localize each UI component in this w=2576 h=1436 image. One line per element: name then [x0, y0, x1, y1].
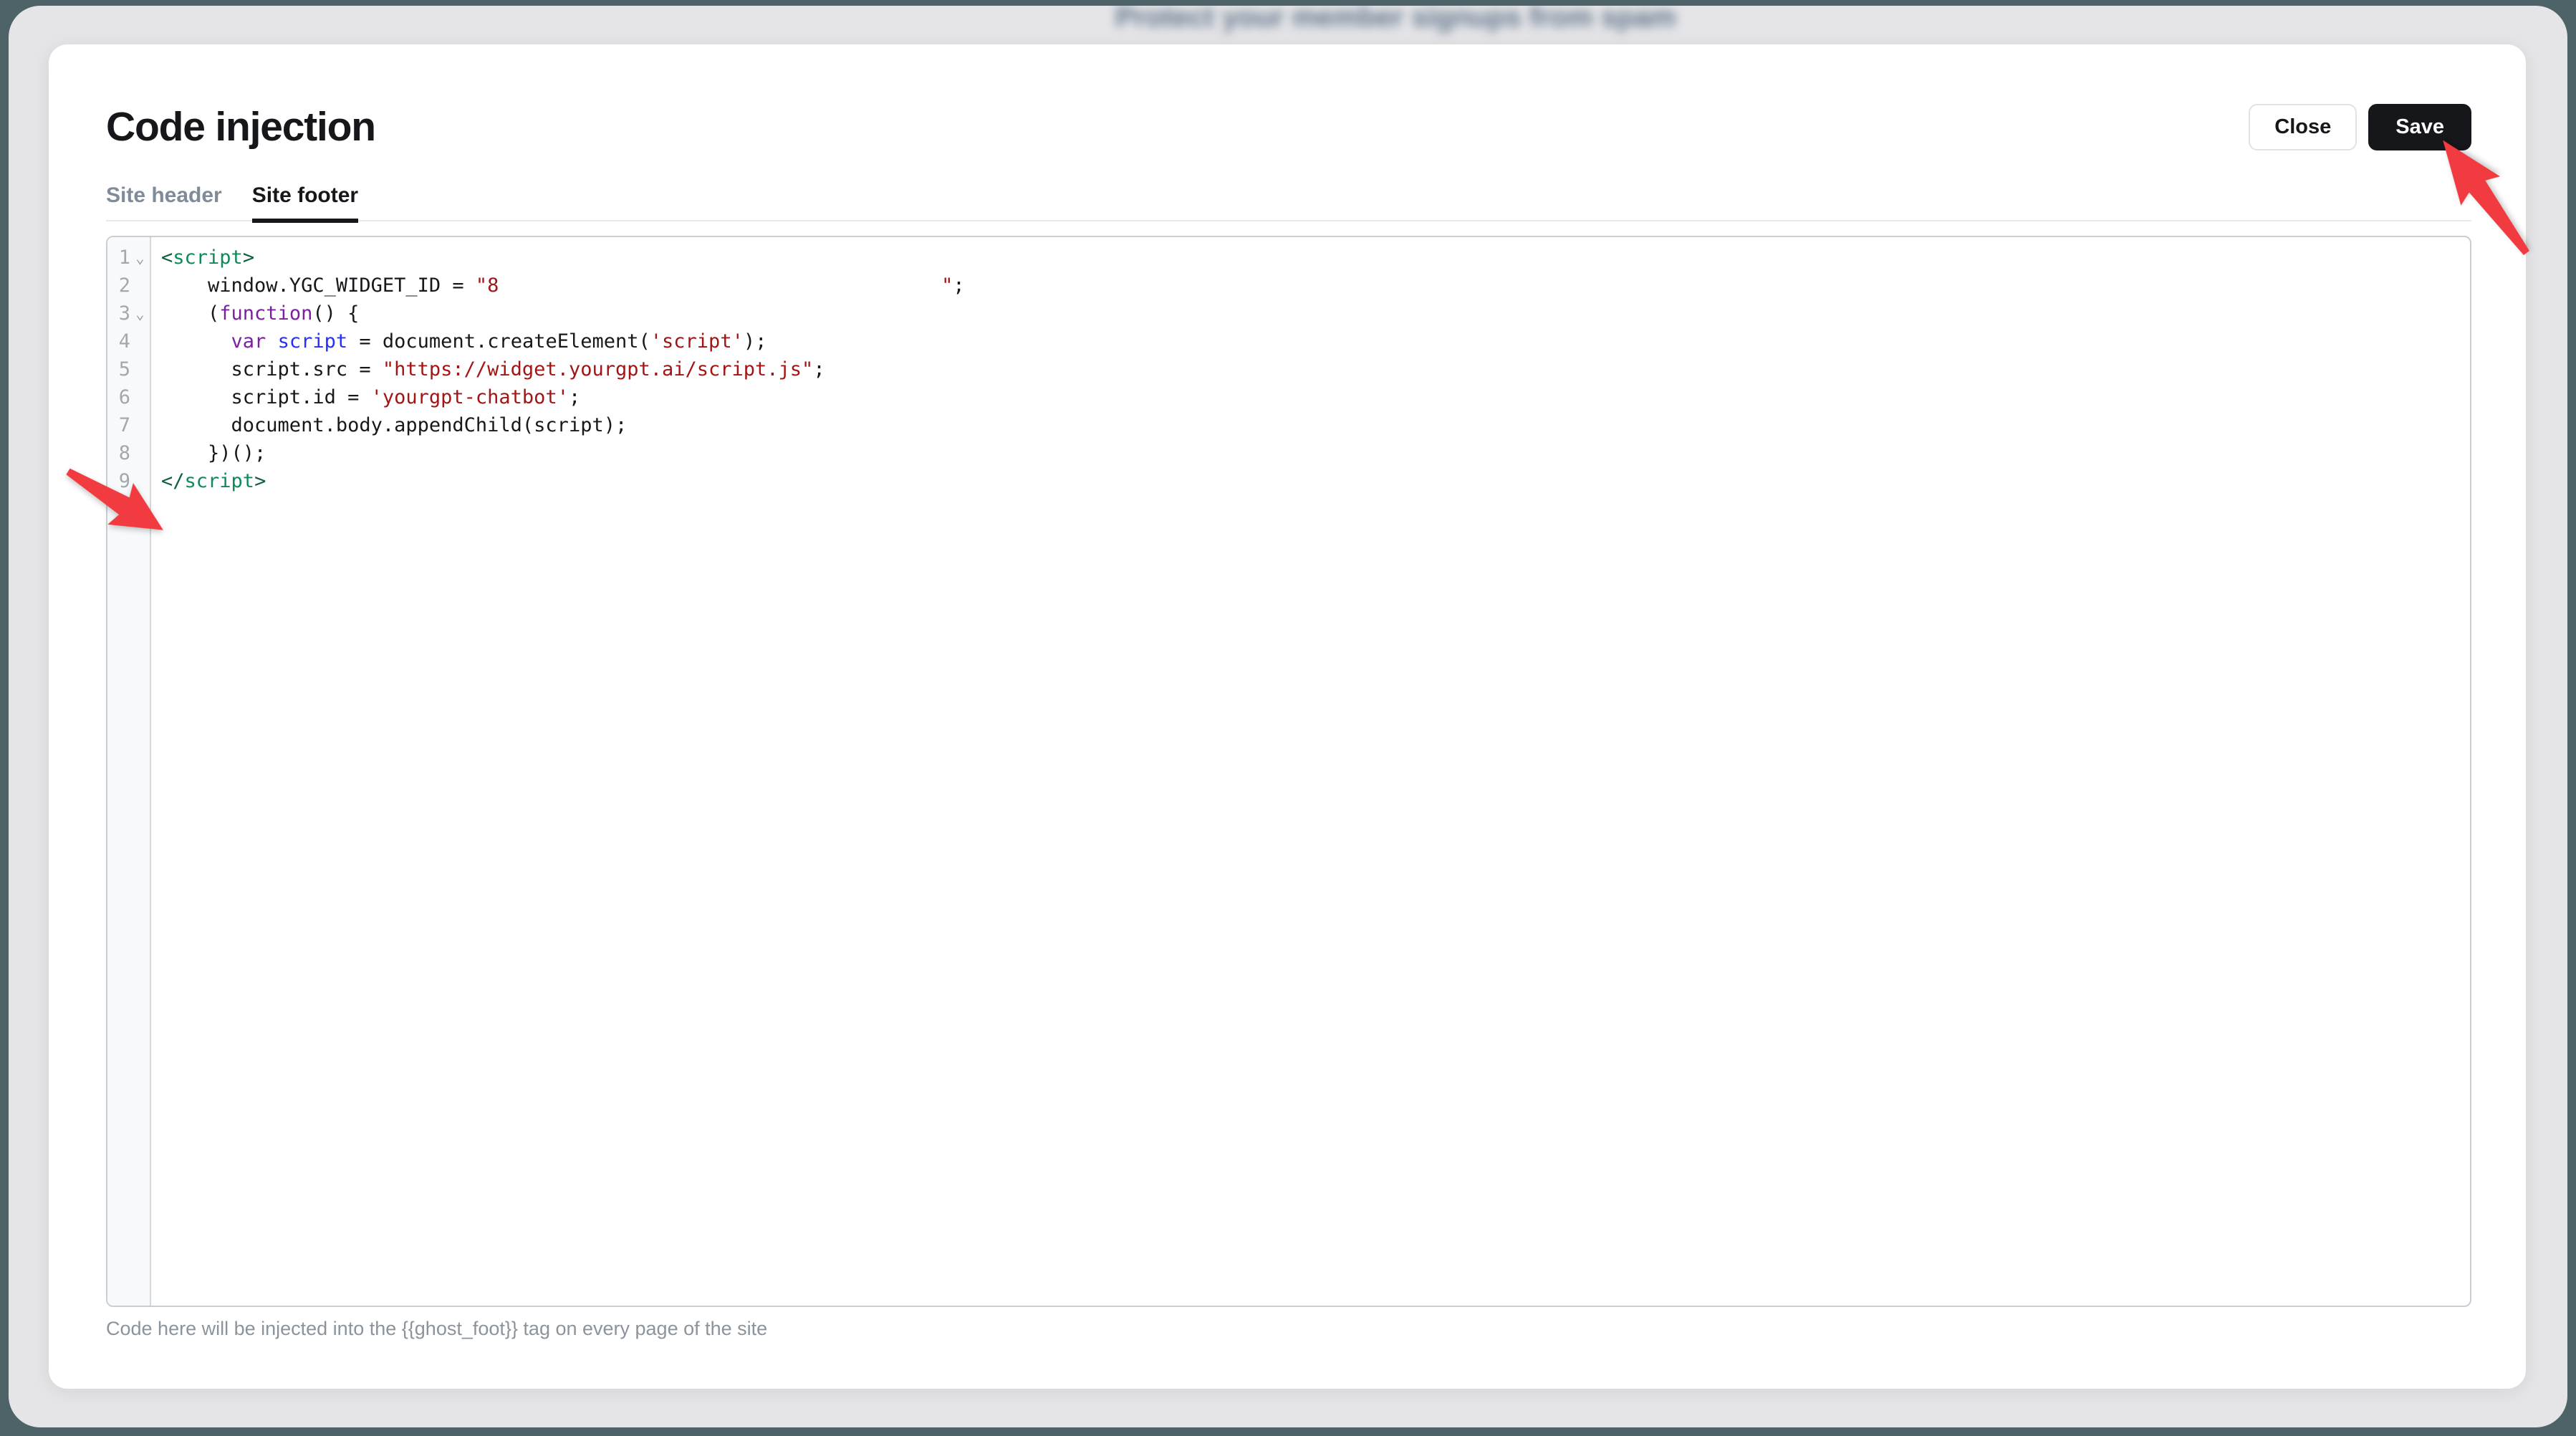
gutter-line: 3⌄: [107, 300, 150, 327]
gutter-line: 8: [107, 439, 150, 467]
header-buttons: Close Save: [2249, 104, 2471, 150]
code-line-1[interactable]: <script>: [161, 244, 2470, 272]
gutter-line: 4: [107, 327, 150, 355]
gutter-line: 9: [107, 467, 150, 495]
line-number: 6: [107, 386, 130, 408]
tab-site-footer[interactable]: Site footer: [252, 183, 358, 223]
code-line-5[interactable]: script.src = "https://widget.yourgpt.ai/…: [161, 355, 2470, 383]
code-line-6[interactable]: script.id = 'yourgpt-chatbot';: [161, 383, 2470, 411]
app-window: Protect your member signups from spam Co…: [9, 6, 2567, 1427]
code-line-3[interactable]: (function() {: [161, 300, 2470, 327]
code-line-9[interactable]: </script>: [161, 467, 2470, 495]
gutter-line: 2: [107, 272, 150, 300]
fold-chevron-icon[interactable]: ⌄: [130, 305, 150, 322]
line-number-gutter: 1⌄23⌄456789: [107, 237, 151, 1306]
line-number: 8: [107, 442, 130, 464]
screen: { "page": { "background_text": "Protect …: [0, 0, 2576, 1436]
line-number: 9: [107, 470, 130, 492]
footer-note: Code here will be injected into the {{gh…: [106, 1318, 2471, 1340]
code-line-8[interactable]: })();: [161, 439, 2470, 467]
gutter-line: 7: [107, 411, 150, 439]
modal-header: Code injection Close Save: [106, 44, 2471, 150]
line-number: 4: [107, 330, 130, 353]
gutter-line: 6: [107, 383, 150, 411]
code-line-7[interactable]: document.body.appendChild(script);: [161, 411, 2470, 439]
line-number: 7: [107, 414, 130, 436]
save-button[interactable]: Save: [2368, 104, 2471, 150]
code-line-2[interactable]: window.YGC_WIDGET_ID = "8 ";: [161, 272, 2470, 300]
code-editor[interactable]: 1⌄23⌄456789 <script> window.YGC_WIDGET_I…: [106, 236, 2471, 1307]
close-button[interactable]: Close: [2249, 104, 2357, 150]
line-number: 3: [107, 302, 130, 325]
gutter-line: 1⌄: [107, 244, 150, 272]
line-number: 5: [107, 358, 130, 380]
tabs: Site header Site footer: [106, 183, 2471, 221]
code-injection-modal: Code injection Close Save Site headerSit…: [49, 44, 2526, 1389]
line-number: 2: [107, 274, 130, 297]
page-title: Code injection: [106, 103, 375, 150]
tab-site-header[interactable]: Site header: [106, 183, 222, 223]
background-page-text: Protect your member signups from spam: [1115, 6, 1676, 34]
code-lines[interactable]: <script> window.YGC_WIDGET_ID = "8 "; (f…: [151, 237, 2470, 1306]
code-line-4[interactable]: var script = document.createElement('scr…: [161, 327, 2470, 355]
gutter-line: 5: [107, 355, 150, 383]
fold-chevron-icon[interactable]: ⌄: [130, 249, 150, 267]
line-number: 1: [107, 246, 130, 269]
